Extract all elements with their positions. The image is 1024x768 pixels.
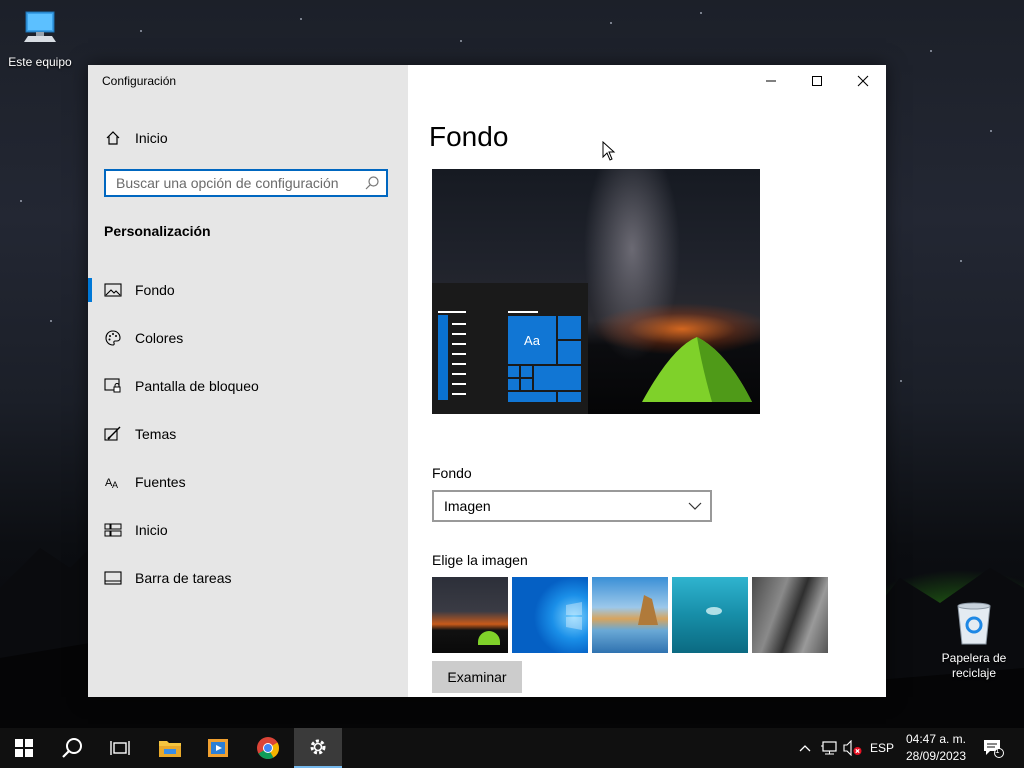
volume-button[interactable] [842,728,864,768]
recycle-bin-icon [957,602,991,645]
folder-icon [159,741,181,757]
clock-date: 28/09/2023 [905,749,967,763]
sidebar-item-barra-de-tareas[interactable]: Barra de tareas [88,558,408,598]
settings-content: Fondo Aa Fondo Imagen Elige la imagen Ex… [408,65,886,697]
image-thumbnail-5[interactable] [752,577,828,653]
preview-tile-aa: Aa [507,315,557,365]
chevron-down-icon [688,502,702,510]
sidebar-item-label: Fondo [135,282,175,298]
start-button[interactable] [0,728,48,768]
settings-window: Configuración Inicio Personalización Fon… [88,65,886,697]
sidebar-item-label: Pantalla de bloqueo [135,378,259,394]
image-thumbnail-3[interactable] [592,577,668,653]
windows-logo-icon [15,739,33,757]
search-icon[interactable] [364,175,380,194]
desktop-icon-recycle-bin[interactable]: Papelera de reciclaje [934,600,1014,681]
network-icon [821,741,837,755]
mouse-cursor-icon [602,141,616,161]
background-type-dropdown[interactable]: Imagen [432,490,712,522]
minimize-button[interactable] [748,65,794,97]
sidebar-item-fuentes[interactable]: AA Fuentes [88,462,408,502]
maximize-icon [812,76,822,86]
chrome-icon [257,737,279,759]
sidebar-item-label: Temas [135,426,177,442]
notification-count: 1 [995,746,1000,755]
choose-image-label: Elige la imagen [432,552,528,568]
chrome-button[interactable] [244,728,292,768]
active-indicator [88,278,92,302]
search-icon [62,738,82,758]
sidebar-item-pantalla-de-bloqueo[interactable]: Pantalla de bloqueo [88,366,408,406]
background-preview: Aa [432,169,760,414]
image-thumbnail-1[interactable] [432,577,508,653]
palette-icon [104,329,122,347]
sidebar-home-label: Inicio [135,130,168,146]
gear-icon [310,739,326,755]
minimize-icon [766,80,776,82]
action-center-button[interactable]: 1 [978,728,1008,768]
sidebar-home[interactable]: Inicio [88,118,408,158]
settings-taskbar-button[interactable] [294,728,342,768]
settings-search-box[interactable] [104,169,388,197]
show-hidden-icons-button[interactable] [796,728,814,768]
sidebar-item-temas[interactable]: Temas [88,414,408,454]
preview-start-menu: Aa [432,283,588,414]
computer-icon [24,11,56,42]
clock-time: 04:47 a. m. [905,732,967,746]
sidebar-item-fondo[interactable]: Fondo [88,270,408,310]
network-button[interactable] [818,728,840,768]
image-thumbnail-4[interactable] [672,577,748,653]
settings-sidebar: Configuración Inicio Personalización Fon… [88,65,408,697]
sidebar-item-inicio[interactable]: Inicio [88,510,408,550]
start-layout-icon [104,521,122,539]
sidebar-item-colores[interactable]: Colores [88,318,408,358]
language-indicator[interactable]: ESP [868,728,896,768]
chevron-up-icon [799,745,811,752]
dropdown-selected-value: Imagen [444,498,491,514]
lock-screen-icon [104,377,122,395]
taskbar-clock[interactable]: 04:47 a. m. 28/09/2023 [900,731,972,765]
sidebar-item-label: Fuentes [135,474,186,490]
taskbar: ESP 04:47 a. m. 28/09/2023 1 [0,728,1024,768]
taskbar-icon [104,569,122,587]
preview-taskbar [438,315,448,400]
file-explorer-button[interactable] [146,728,194,768]
media-player-button[interactable] [194,728,242,768]
search-input[interactable] [106,171,356,195]
sidebar-item-label: Inicio [135,522,168,538]
page-title: Fondo [429,121,509,152]
browse-button[interactable]: Examinar [432,661,522,693]
tent-graphic [642,337,752,402]
sidebar-item-label: Barra de tareas [135,570,232,586]
maximize-button[interactable] [794,65,840,97]
sidebar-item-label: Colores [135,330,184,346]
notification-icon [984,740,1004,758]
picture-icon [104,281,122,299]
volume-muted-icon [843,740,862,756]
section-title: Personalización [104,223,211,239]
close-button[interactable] [840,65,886,97]
desktop-icon-this-pc[interactable]: Este equipo [0,8,80,70]
background-type-label: Fondo [432,465,472,481]
task-view-icon [110,741,130,755]
close-icon [857,75,869,87]
search-button[interactable] [48,728,96,768]
image-thumbnail-2[interactable] [512,577,588,653]
task-view-button[interactable] [96,728,144,768]
window-title: Configuración [102,74,177,88]
home-icon [104,129,122,147]
media-player-icon [208,739,228,757]
font-icon: AA [104,473,122,491]
brush-icon [104,425,122,443]
svg-text:A: A [112,480,118,490]
